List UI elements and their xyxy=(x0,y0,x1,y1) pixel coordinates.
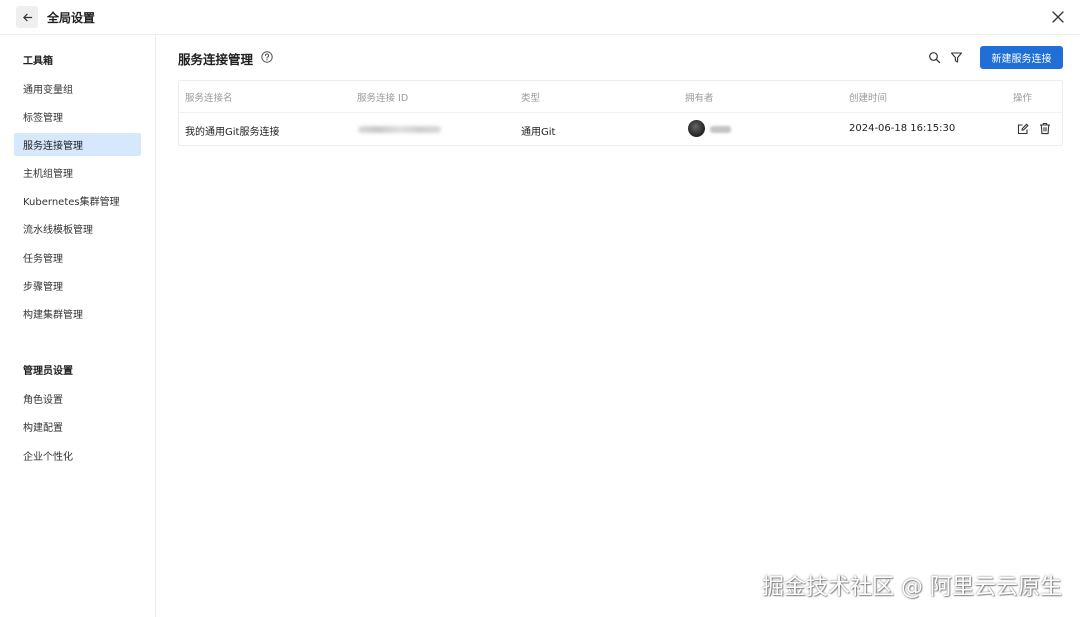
delete-icon[interactable] xyxy=(1039,122,1051,135)
cell-type: 通用Git xyxy=(521,127,556,138)
back-button[interactable] xyxy=(16,6,38,28)
owner-avatar xyxy=(688,120,705,137)
section-title: 服务连接管理 xyxy=(178,52,254,67)
sidebar-item-kubernetes-clusters[interactable]: Kubernetes集群管理 xyxy=(14,189,141,212)
column-header-created-time: 创建时间 xyxy=(849,93,888,104)
cell-name[interactable]: 我的通用Git服务连接 xyxy=(185,123,279,138)
sidebar-item-build-config[interactable]: 构建配置 xyxy=(14,415,141,438)
sidebar-item-personalization[interactable]: 企业个性化 xyxy=(14,444,141,467)
service-connections-table: 服务连接名 服务连接 ID 类型 拥有者 创建时间 操作 我的通用Git服务连接… xyxy=(178,80,1063,146)
column-header-owner: 拥有者 xyxy=(685,93,714,104)
sidebar-item-variable-groups[interactable]: 通用变量组 xyxy=(14,77,141,100)
cell-owner-redacted xyxy=(710,126,731,133)
filter-icon[interactable] xyxy=(950,51,963,64)
sidebar-item-service-connections[interactable]: 服务连接管理 xyxy=(14,133,141,156)
page-title: 全局设置 xyxy=(47,11,96,25)
column-header-name: 服务连接名 xyxy=(185,93,233,104)
arrow-left-icon xyxy=(22,13,32,21)
sidebar-item-tasks[interactable]: 任务管理 xyxy=(14,246,141,269)
column-header-type: 类型 xyxy=(521,93,541,104)
sidebar-item-pipeline-templates[interactable]: 流水线模板管理 xyxy=(14,217,141,240)
cell-id-redacted xyxy=(358,126,441,133)
close-button[interactable] xyxy=(1050,9,1066,25)
sidebar: 工具箱 通用变量组 标签管理 服务连接管理 主机组管理 Kubernetes集群… xyxy=(0,35,156,617)
sidebar-group-title-toolbox: 工具箱 xyxy=(23,56,53,67)
sidebar-item-host-groups[interactable]: 主机组管理 xyxy=(14,161,141,184)
column-header-id: 服务连接 ID xyxy=(357,93,409,104)
search-icon[interactable] xyxy=(928,51,941,64)
watermark-text: 掘金技术社区 @ 阿里云云原生 xyxy=(762,575,1062,600)
sidebar-item-build-clusters[interactable]: 构建集群管理 xyxy=(14,302,141,325)
sidebar-item-tags[interactable]: 标签管理 xyxy=(14,105,141,128)
cell-created-time: 2024-06-18 16:15:30 xyxy=(849,123,956,134)
header-divider xyxy=(179,112,1062,113)
sidebar-item-roles[interactable]: 角色设置 xyxy=(14,387,141,410)
new-service-connection-button[interactable]: 新建服务连接 xyxy=(980,46,1063,69)
edit-icon[interactable] xyxy=(1017,123,1029,135)
top-bar: 全局设置 xyxy=(0,0,1080,35)
sidebar-group-title-admin: 管理员设置 xyxy=(23,366,73,377)
help-icon[interactable] xyxy=(261,51,273,63)
sidebar-item-steps[interactable]: 步骤管理 xyxy=(14,274,141,297)
close-icon xyxy=(1052,11,1064,23)
column-header-actions: 操作 xyxy=(1013,93,1033,104)
